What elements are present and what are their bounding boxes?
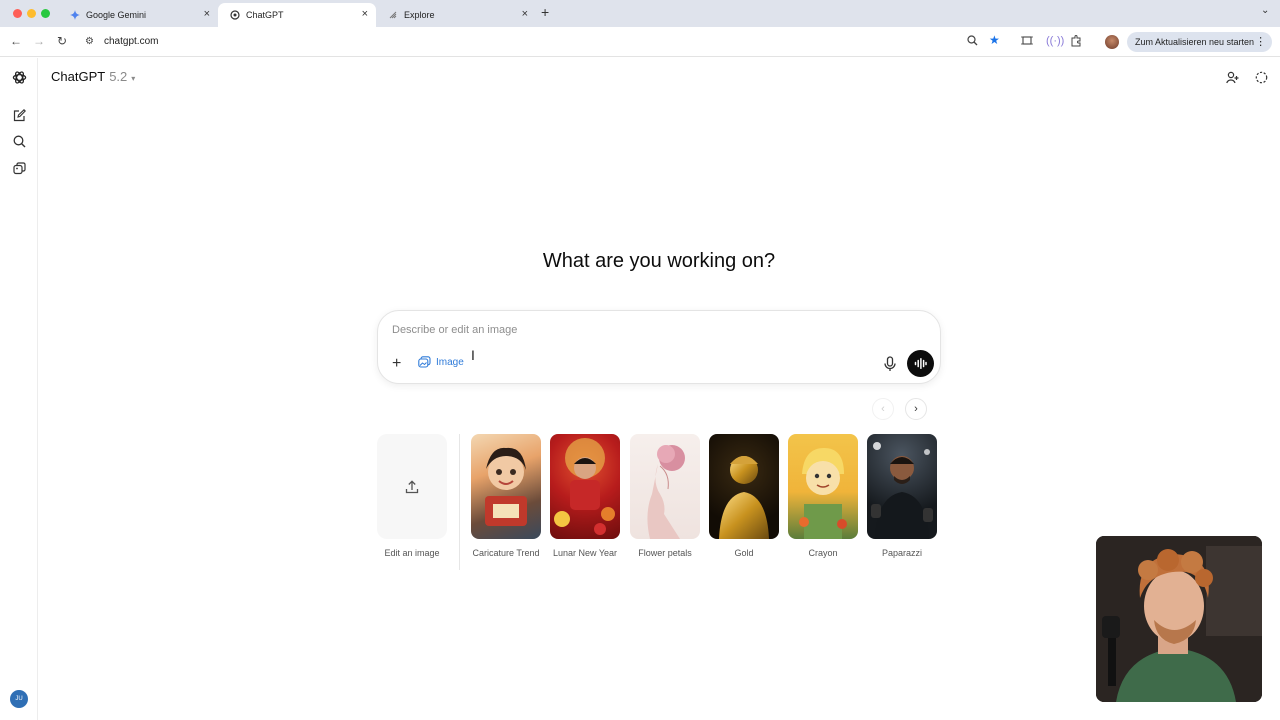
carousel-next-button[interactable]: › [905,398,927,420]
carousel-prev-button[interactable]: ‹ [872,398,894,420]
screenshot-icon[interactable] [1021,35,1033,49]
tab-google-gemini[interactable]: Google Gemini × [58,3,218,27]
temporary-chat-icon[interactable] [1254,70,1268,84]
style-card-gold[interactable] [709,434,779,539]
update-restart-button[interactable]: Zum Aktualisieren neu starten ⋮ [1127,32,1273,52]
close-tab-icon[interactable]: × [522,8,528,20]
new-chat-icon[interactable] [11,107,27,123]
style-label-lunar-new-year: Lunar New Year [552,548,618,558]
style-card-paparazzi[interactable] [867,434,937,539]
flower-petals-thumbnail [647,445,685,539]
browser-profile-avatar[interactable] [1105,35,1119,49]
maximize-window-button[interactable] [41,9,50,18]
edit-image-label: Edit an image [384,548,440,558]
browser-tab-bar: Google Gemini × ChatGPT × Explore × + ⌄ [0,0,1280,27]
reload-button[interactable]: ↻ [57,34,67,48]
page-title: What are you working on? [542,250,776,272]
voice-mode-icon [914,358,927,369]
style-label-flower-petals: Flower petals [638,548,692,558]
minimize-window-button[interactable] [27,9,36,18]
plus-icon[interactable]: + [392,355,401,373]
chevron-left-icon: ‹ [881,403,885,415]
divider [459,434,460,570]
paparazzi-thumbnail [871,442,933,539]
new-tab-button[interactable]: + [541,4,549,20]
search-icon[interactable] [11,133,27,149]
model-selector[interactable]: ChatGPT 5.2 ▾ [51,69,135,84]
tab-explore[interactable]: Explore × [376,3,536,27]
voice-mode-button[interactable] [907,350,934,377]
extension-gemini-icon[interactable]: ((·)) [1046,35,1064,47]
webcam-overlay [1096,536,1262,702]
style-label-caricature: Caricature Trend [472,548,540,558]
style-card-caricature[interactable] [471,434,541,539]
tab-label: ChatGPT [246,10,284,20]
close-window-button[interactable] [13,9,22,18]
style-card-crayon[interactable] [788,434,858,539]
chatgpt-logo-icon[interactable] [11,69,27,85]
tab-label: Google Gemini [86,10,147,20]
crayon-thumbnail [799,448,847,539]
gold-thumbnail [719,456,769,539]
tab-search-chevron-icon[interactable]: ⌄ [1261,5,1269,16]
tab-label: Explore [404,10,435,20]
style-card-flower-petals[interactable] [630,434,700,539]
back-button[interactable]: ← [10,34,22,48]
explore-favicon-icon [388,10,398,20]
upload-icon [405,479,419,493]
browser-menu-icon[interactable]: ⋮ [1255,35,1266,48]
library-icon[interactable] [11,160,27,176]
zoom-icon[interactable] [967,35,978,49]
edit-image-card[interactable] [377,434,447,539]
add-person-icon[interactable] [1225,70,1239,84]
model-name: ChatGPT [51,69,106,84]
style-label-paparazzi: Paparazzi [881,548,923,558]
url-field[interactable]: chatgpt.com [104,36,158,47]
image-icon [418,356,431,368]
style-label-gold: Gold [734,548,754,558]
image-mode-button[interactable]: Image [418,356,464,368]
avatar-initials: JU [15,696,23,702]
style-label-crayon: Crayon [808,548,838,558]
sidebar: JU [0,58,38,720]
update-restart-label: Zum Aktualisieren neu starten [1135,37,1255,47]
chatgpt-favicon-icon [230,10,240,20]
close-tab-icon[interactable]: × [362,8,368,20]
chevron-down-icon: ▾ [131,74,136,83]
browser-toolbar: ← → ↻ ⚙ chatgpt.com ★ ((·)) [0,27,1280,57]
style-card-lunar-new-year[interactable] [550,434,620,539]
microphone-icon[interactable] [883,356,897,372]
lunar-new-year-thumbnail [554,438,615,535]
gemini-icon [70,10,80,20]
forward-button[interactable]: → [33,34,45,48]
extensions-puzzle-icon[interactable] [1070,35,1082,50]
model-version: 5.2 [109,69,128,84]
prompt-input[interactable] [392,322,892,338]
caricature-thumbnail [485,447,527,526]
image-mode-label: Image [436,356,464,368]
tab-chatgpt[interactable]: ChatGPT × [218,3,376,27]
close-tab-icon[interactable]: × [204,8,210,20]
site-info-icon[interactable]: ⚙ [85,36,94,47]
chevron-right-icon: › [914,403,918,415]
composer: + Image [377,310,941,384]
avatar[interactable]: JU [10,690,28,708]
bookmark-star-icon[interactable]: ★ [989,33,1000,47]
webcam-person-image [1096,536,1262,702]
text-cursor-icon: I [471,347,475,363]
